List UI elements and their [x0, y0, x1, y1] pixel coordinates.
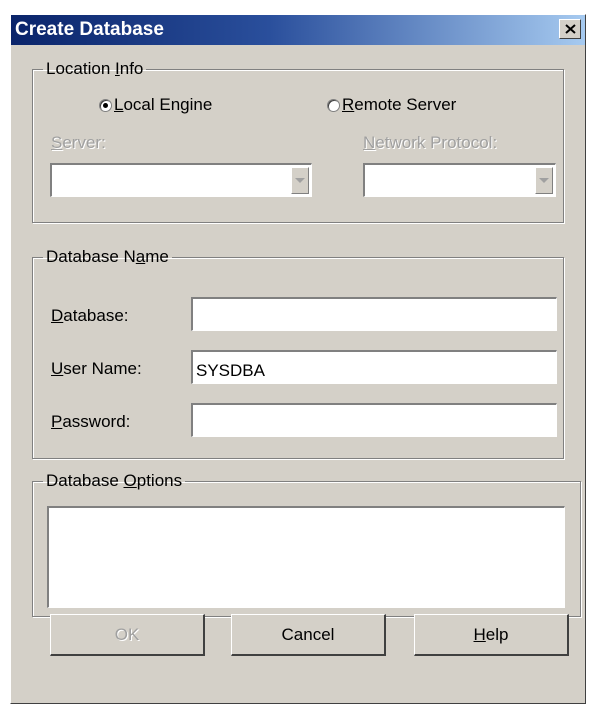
network-protocol-dropdown-button[interactable]	[535, 167, 553, 194]
password-label: Password:	[51, 412, 131, 431]
database-options-legend: Database Options	[46, 471, 183, 490]
database-label: Database:	[51, 306, 129, 325]
server-dropdown-button[interactable]	[291, 167, 309, 194]
username-input[interactable]	[191, 350, 557, 384]
cancel-button[interactable]: Cancel	[231, 614, 386, 656]
database-options-textarea[interactable]	[47, 506, 565, 608]
close-button[interactable]	[559, 19, 581, 39]
location-info-group: Location Info Local Engine Remote Server…	[32, 59, 564, 223]
create-database-dialog: Create Database Location Info Local Engi…	[10, 14, 586, 704]
local-engine-label: Local Engine	[114, 95, 213, 114]
username-label: User Name:	[51, 359, 142, 378]
password-input[interactable]	[191, 403, 557, 437]
server-label: Server:	[51, 133, 106, 152]
chevron-down-icon	[295, 178, 305, 183]
network-protocol-label: Network Protocol:	[363, 133, 498, 152]
help-button[interactable]: Help	[414, 614, 569, 656]
location-info-legend: Location Info	[46, 59, 144, 78]
local-engine-radio[interactable]: Local Engine	[99, 95, 212, 115]
remote-server-radio[interactable]: Remote Server	[327, 95, 456, 115]
server-combobox[interactable]	[50, 163, 312, 197]
remote-server-label: Remote Server	[342, 95, 457, 114]
database-input[interactable]	[191, 297, 557, 331]
local-engine-radio-dot[interactable]	[99, 98, 112, 112]
remote-server-radio-dot[interactable]	[327, 98, 340, 112]
network-protocol-combobox[interactable]	[363, 163, 556, 197]
database-name-legend: Database Name	[46, 247, 169, 266]
database-options-group: Database Options	[32, 471, 581, 617]
database-name-group: Database Name Database: User Name: Passw…	[32, 247, 564, 459]
chevron-down-icon	[539, 178, 549, 183]
title-bar[interactable]: Create Database	[11, 15, 585, 45]
close-icon	[565, 24, 576, 34]
window-title: Create Database	[15, 19, 164, 40]
ok-button[interactable]: OK	[50, 614, 205, 656]
